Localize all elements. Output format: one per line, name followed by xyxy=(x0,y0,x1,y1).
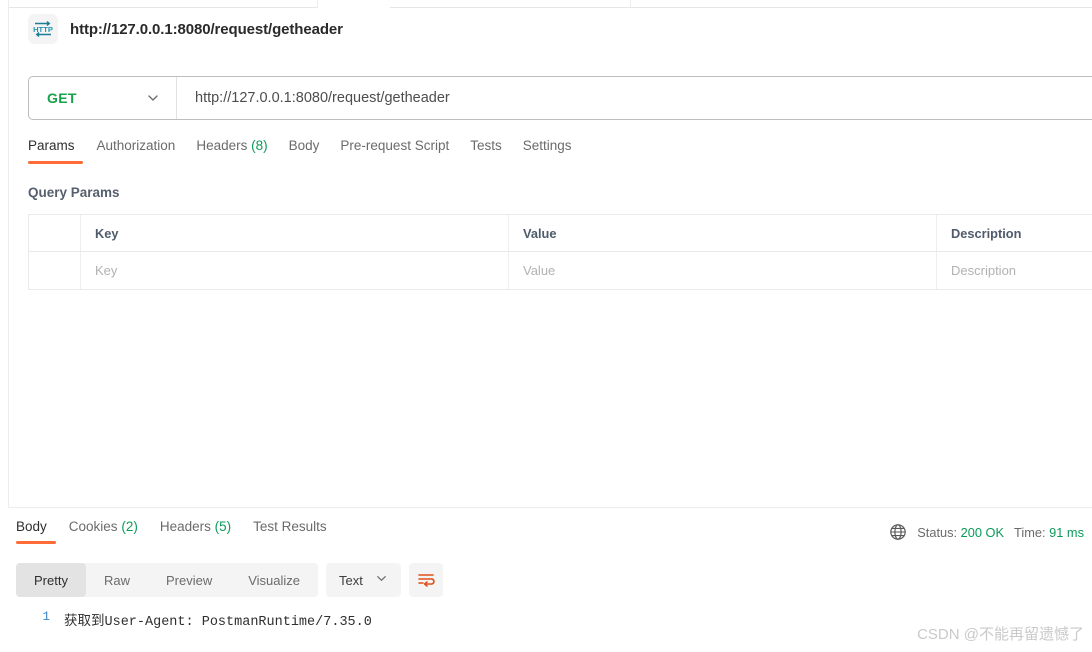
tab-settings[interactable]: Settings xyxy=(523,138,593,164)
request-title-row: HTTP http://127.0.0.1:8080/request/gethe… xyxy=(28,14,343,44)
tab-pre-request-script[interactable]: Pre-request Script xyxy=(340,138,470,164)
table-header-row: Key Value Description xyxy=(28,214,1092,252)
view-mode-preview[interactable]: Preview xyxy=(148,563,230,597)
http-protocol-icon: HTTP xyxy=(28,14,58,44)
tab-authorization-label: Authorization xyxy=(96,138,176,153)
line-number: 1 xyxy=(42,610,50,624)
time-label: Time: xyxy=(1014,524,1046,540)
active-response-tab-underline xyxy=(16,541,56,544)
query-params-table: Key Value Description Key Value Descript… xyxy=(28,214,1092,290)
response-body-toolbar: Pretty Raw Preview Visualize Text xyxy=(16,563,443,597)
response-divider xyxy=(8,507,1092,508)
tab-body-label: Body xyxy=(288,138,320,153)
url-bar: GET http://127.0.0.1:8080/request/gethea… xyxy=(28,76,1092,120)
response-tab-cookies-count: (2) xyxy=(121,519,138,534)
table-header-key: Key xyxy=(81,215,509,251)
row-value-input[interactable]: Value xyxy=(509,252,937,289)
tab-settings-label: Settings xyxy=(522,138,572,153)
workspace-tab-partial-1[interactable] xyxy=(8,0,318,8)
tab-body[interactable]: Body xyxy=(289,138,341,164)
time-badge[interactable]: Time: 91 ms xyxy=(1014,525,1084,540)
word-wrap-icon[interactable] xyxy=(408,563,443,597)
page-title: http://127.0.0.1:8080/request/getheader xyxy=(70,20,343,38)
chevron-down-icon xyxy=(375,572,388,588)
view-mode-segmented-control: Pretty Raw Preview Visualize xyxy=(16,563,319,597)
view-mode-pretty[interactable]: Pretty xyxy=(16,563,86,597)
method-label: GET xyxy=(47,90,77,106)
tab-authorization[interactable]: Authorization xyxy=(97,138,197,164)
response-meta: Status: 200 OK Time: 91 ms xyxy=(889,523,1084,541)
request-tabs: Params Authorization Headers (8) Body Pr… xyxy=(28,138,593,164)
view-mode-raw[interactable]: Raw xyxy=(86,563,148,597)
response-tab-body-label: Body xyxy=(16,519,47,534)
tab-params-label: Params xyxy=(28,138,75,153)
time-value: 91 ms xyxy=(1049,524,1084,540)
response-tab-headers-count: (5) xyxy=(214,519,232,534)
tab-pre-request-script-label: Pre-request Script xyxy=(340,138,450,153)
active-tab-underline xyxy=(28,161,83,164)
tab-params[interactable]: Params xyxy=(28,138,97,164)
query-params-label: Query Params xyxy=(28,185,120,200)
status-label: Status: xyxy=(917,524,958,540)
url-input[interactable]: http://127.0.0.1:8080/request/getheader xyxy=(177,90,1092,106)
response-tab-test-results-label: Test Results xyxy=(253,519,327,534)
tab-tests-label: Tests xyxy=(470,138,502,153)
row-description-input[interactable]: Description xyxy=(937,252,1092,289)
tab-headers[interactable]: Headers (8) xyxy=(196,138,288,164)
response-tab-cookies-label: Cookies xyxy=(68,519,118,534)
tab-headers-count: (8) xyxy=(251,138,268,153)
tab-strip-cutoff xyxy=(0,0,1092,9)
watermark: CSDN @不能再留遗憾了 xyxy=(917,626,1084,643)
tab-headers-label: Headers xyxy=(196,138,248,153)
response-tab-test-results[interactable]: Test Results xyxy=(253,519,349,544)
response-tab-headers[interactable]: Headers (5) xyxy=(160,519,253,544)
chevron-down-icon xyxy=(146,91,160,105)
postman-request-view: HTTP http://127.0.0.1:8080/request/gethe… xyxy=(0,0,1092,652)
globe-icon[interactable] xyxy=(889,523,907,541)
format-selector[interactable]: Text xyxy=(326,563,401,597)
response-tab-cookies[interactable]: Cookies (2) xyxy=(69,519,160,544)
table-row[interactable]: Key Value Description xyxy=(28,252,1092,290)
workspace-tab-partial-2[interactable] xyxy=(630,0,1092,8)
table-header-checkbox-cell xyxy=(29,215,81,251)
format-selector-label: Text xyxy=(339,572,363,588)
response-tabs: Body Cookies (2) Headers (5) Test Result… xyxy=(16,519,349,544)
response-body-line: 获取到User-Agent: PostmanRuntime/7.35.0 xyxy=(64,615,372,630)
view-mode-visualize[interactable]: Visualize xyxy=(230,563,318,597)
svg-text:HTTP: HTTP xyxy=(33,25,53,34)
table-header-description: Description xyxy=(951,225,1022,241)
row-key-input[interactable]: Key xyxy=(81,252,509,289)
tab-tests[interactable]: Tests xyxy=(470,138,523,164)
left-panel-divider xyxy=(8,0,9,507)
status-badge[interactable]: Status: 200 OK xyxy=(917,525,1004,540)
row-checkbox-cell[interactable] xyxy=(29,252,81,289)
table-header-value: Value xyxy=(509,215,937,251)
status-value: 200 OK xyxy=(960,524,1005,540)
method-selector[interactable]: GET xyxy=(29,77,176,119)
response-tab-body[interactable]: Body xyxy=(16,519,69,544)
response-tab-headers-label: Headers xyxy=(159,519,211,534)
